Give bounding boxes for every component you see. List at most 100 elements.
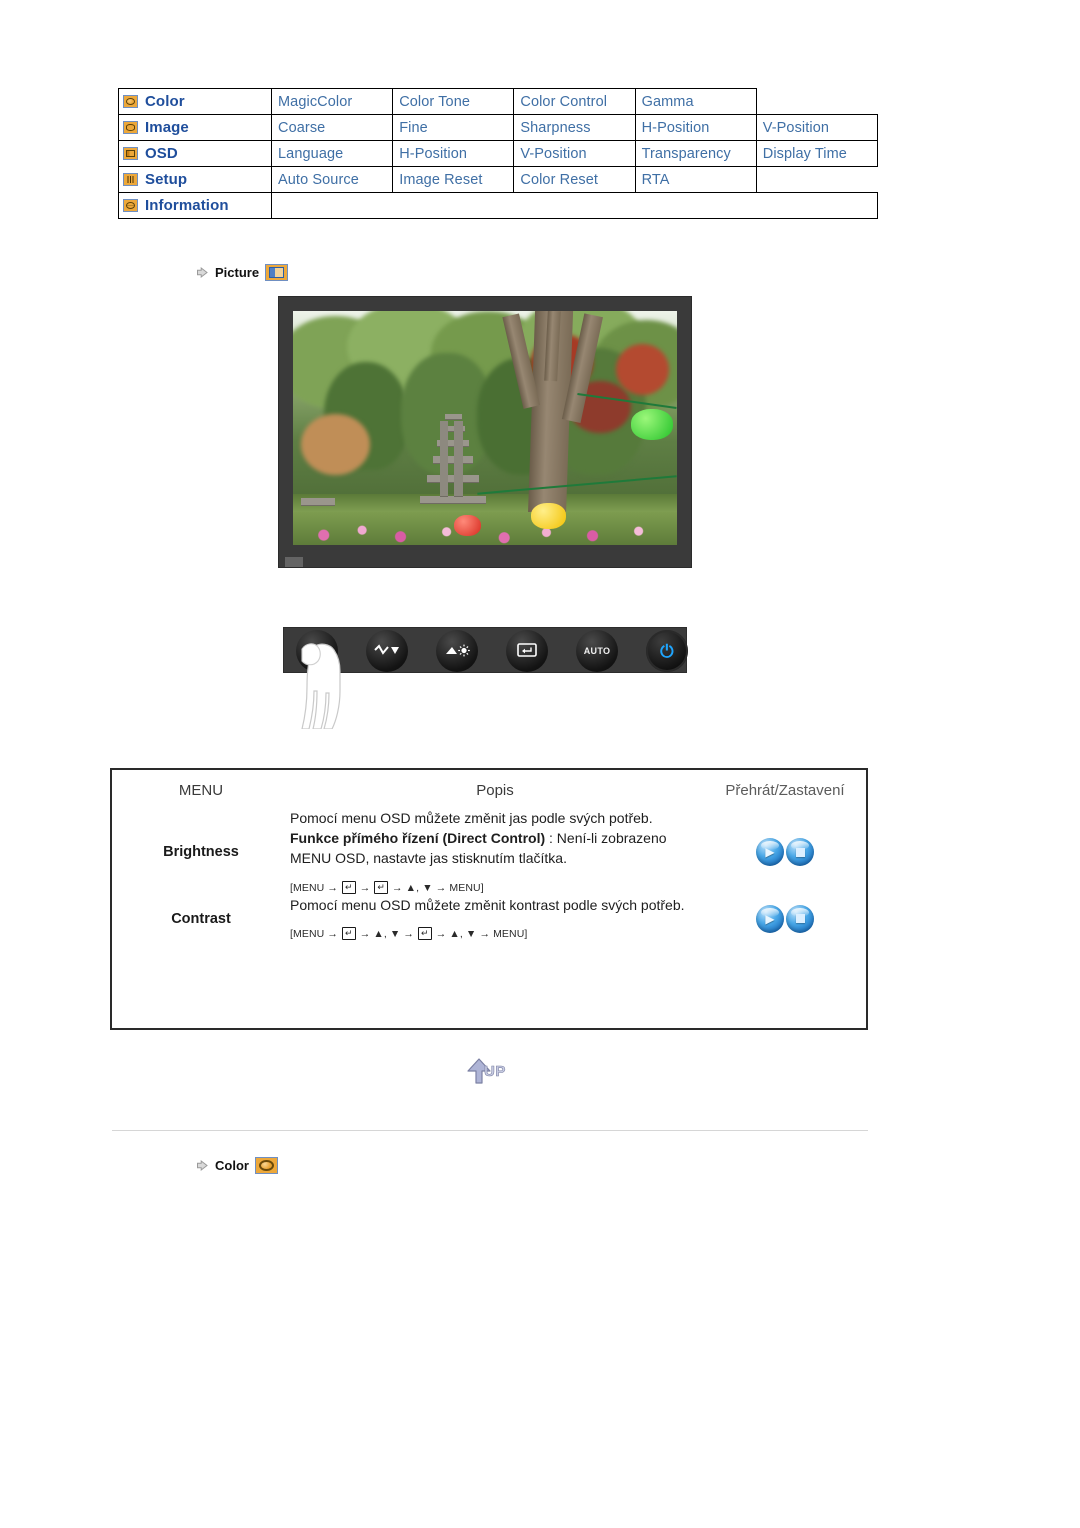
menu-item-magiccolor[interactable]: MagicColor xyxy=(270,88,394,115)
desc-bold-direct-control: Funkce přímého řízení (Direct Control) xyxy=(290,829,546,846)
menu-item-auto-source[interactable]: Auto Source xyxy=(270,166,394,193)
auto-button[interactable]: AUTO xyxy=(576,630,618,672)
red-foliage xyxy=(615,343,670,396)
brightness-button[interactable] xyxy=(436,630,478,672)
osd-icon xyxy=(123,147,138,160)
key-token: → xyxy=(392,881,403,894)
enter-button[interactable] xyxy=(506,630,548,672)
category-label: Information xyxy=(145,197,229,214)
table-row: Image Coarse Fine Sharpness H-Position V… xyxy=(118,114,879,141)
menu-item-transparency[interactable]: Transparency xyxy=(634,140,757,167)
menu-button[interactable]: MENU xyxy=(296,630,338,672)
menu-item-empty xyxy=(756,167,877,193)
menu-item-color-control[interactable]: Color Control xyxy=(513,88,636,115)
stop-icon[interactable] xyxy=(786,838,814,867)
desc-line-1: Pomocí menu OSD můžete změnit jas podle … xyxy=(290,810,653,826)
osd-menu-grid: Color MagicColor Color Tone Color Contro… xyxy=(118,88,879,219)
menu-item-gamma[interactable]: Gamma xyxy=(634,88,757,115)
yellow-lantern xyxy=(531,502,566,529)
stop-icon[interactable] xyxy=(786,904,814,933)
key-token: → xyxy=(403,928,415,941)
menu-item-h-position[interactable]: H-Position xyxy=(392,140,515,167)
information-icon xyxy=(123,199,138,212)
osd-category-osd[interactable]: OSD xyxy=(118,140,272,167)
osd-category-information[interactable]: Information xyxy=(118,192,272,219)
auto-text-icon: AUTO xyxy=(583,645,611,656)
menu-description-table: MENU Popis Přehrát/Zastavení Brightness … xyxy=(110,768,868,1030)
enter-icon xyxy=(517,643,537,659)
key-token: → xyxy=(359,881,371,894)
play-icon[interactable]: ▶ xyxy=(756,904,784,933)
table-row-contrast: Contrast Pomocí menu OSD můžete změnit k… xyxy=(112,896,870,943)
key-token: ▲, ▼ xyxy=(373,928,401,941)
enter-key-icon: ↵ xyxy=(342,927,356,941)
menu-item-empty xyxy=(271,192,878,219)
menu-item-v-position[interactable]: V-Position xyxy=(755,114,879,141)
description-contrast: Pomocí menu OSD můžete změnit kontrast p… xyxy=(290,896,700,943)
pagoda xyxy=(420,495,486,504)
category-label: OSD xyxy=(145,145,178,162)
column-header-menu: MENU xyxy=(178,782,224,799)
key-token: ▲, ▼ xyxy=(449,928,477,941)
osd-menu-table: Color MagicColor Color Tone Color Contro… xyxy=(118,88,879,219)
menu-item-display-time[interactable]: Display Time xyxy=(755,140,879,167)
key-token: MENU] xyxy=(449,881,484,894)
menu-item-v-position[interactable]: V-Position xyxy=(513,140,636,167)
column-header-play-stop: Přehrát/Zastavení xyxy=(725,782,845,799)
osd-category-setup[interactable]: Setup xyxy=(118,166,272,193)
menu-item-coarse[interactable]: Coarse xyxy=(270,114,394,141)
osd-category-image[interactable]: Image xyxy=(118,114,272,141)
menu-item-color-reset[interactable]: Color Reset xyxy=(513,166,636,193)
osd-category-color[interactable]: Color xyxy=(118,88,272,115)
setup-icon xyxy=(123,173,138,186)
down-arrow-icon xyxy=(374,644,400,658)
enter-key-icon: ↵ xyxy=(418,927,432,941)
key-token: MENU] xyxy=(493,928,528,941)
play-stop-brightness: ▶ xyxy=(700,809,870,896)
key-token: ▲, ▼ xyxy=(405,881,433,894)
power-button[interactable]: ⏻ xyxy=(646,630,688,672)
pagoda xyxy=(300,498,336,506)
color-section-heading[interactable]: Color xyxy=(196,1157,278,1174)
monitor-control-panel: MENU AUTO ⏻ xyxy=(283,627,688,673)
menu-name-contrast: Contrast xyxy=(171,910,231,927)
color-icon xyxy=(123,95,138,108)
picture-section-heading[interactable]: Picture xyxy=(196,264,289,281)
key-token: → xyxy=(327,928,338,941)
table-row: Color MagicColor Color Tone Color Contro… xyxy=(118,88,878,115)
menu-item-fine[interactable]: Fine xyxy=(392,114,515,141)
up-button[interactable]: UP xyxy=(462,1055,522,1087)
key-token: → xyxy=(327,881,338,894)
play-icon[interactable]: ▶ xyxy=(756,838,784,867)
menu-item-sharpness[interactable]: Sharpness xyxy=(513,114,636,141)
menu-item-image-reset[interactable]: Image Reset xyxy=(392,166,515,193)
table-row: OSD Language H-Position V-Position Trans… xyxy=(118,140,879,167)
power-icon: ⏻ xyxy=(660,641,674,661)
category-label: Color xyxy=(145,93,185,110)
monitor-screen xyxy=(293,311,677,545)
picture-heading-label: Picture xyxy=(215,265,260,280)
table-row: Setup Auto Source Image Reset Color Rese… xyxy=(118,166,878,193)
menu-item-color-tone[interactable]: Color Tone xyxy=(392,88,515,115)
menu-item-h-position[interactable]: H-Position xyxy=(634,114,757,141)
flower-bed xyxy=(293,512,677,545)
picture-badge-icon xyxy=(265,264,289,281)
monitor-stand xyxy=(285,557,303,567)
menu-name-brightness: Brightness xyxy=(163,844,239,861)
menu-item-rta[interactable]: RTA xyxy=(634,166,757,193)
key-token: [MENU xyxy=(290,928,325,941)
table-row: Information xyxy=(118,192,878,219)
menu-item-language[interactable]: Language xyxy=(270,140,394,167)
menu-button-label: MENU xyxy=(304,646,330,655)
menu-item-empty xyxy=(756,89,877,115)
pagoda xyxy=(427,474,479,482)
arrow-bullet-icon xyxy=(196,266,209,279)
red-lantern xyxy=(454,514,482,536)
pagoda-body xyxy=(454,420,463,496)
pagoda xyxy=(444,413,462,420)
description-brightness: Pomocí menu OSD můžete změnit jas podle … xyxy=(290,809,700,896)
key-token: → xyxy=(479,928,491,941)
red-foliage xyxy=(300,413,370,475)
desc-line-1: Pomocí menu OSD můžete změnit kontrast p… xyxy=(290,896,685,913)
down-button[interactable] xyxy=(366,630,408,672)
